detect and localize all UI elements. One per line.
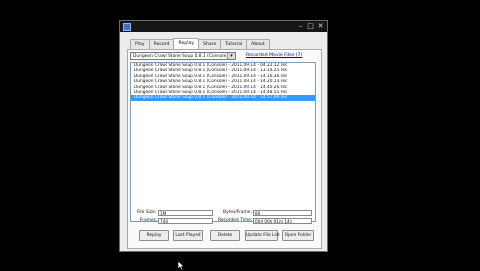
update-file-list-button[interactable]: Update File List [245,230,280,241]
chevron-down-icon[interactable]: ▾ [227,53,235,59]
recorded-movie-files-link[interactable]: Recorded Movie Files (7) [246,52,302,60]
file-size-field: 1M [158,210,213,216]
tab-replay[interactable]: Replay [173,38,200,49]
recorded-time-field: 00d 00h 01m 14s [253,218,312,224]
tab-strip: Play Record Replay Share Tutorial About [130,38,270,49]
maximize-button[interactable]: □ [306,22,315,30]
list-item-selected[interactable]: Dungeon Crawl Stone Soup 0.8.1 (Console)… [131,95,315,101]
frames-field: 740 [158,218,213,224]
open-folder-button[interactable]: Open Folder [282,230,314,241]
tab-record[interactable]: Record [148,39,175,49]
movie-file-list[interactable]: Dungeon Crawl Stone Soup 0.8.1 (Console)… [130,62,316,222]
tab-about[interactable]: About [246,39,270,49]
last-played-button[interactable]: Last Played [173,230,203,241]
minimize-button[interactable]: – [296,22,305,30]
app-icon [123,23,131,31]
frames-label: Frames: [140,218,158,223]
bytes-frame-label: Bytes/Frame: [223,210,252,215]
close-button[interactable]: ✕ [316,22,325,30]
tab-play[interactable]: Play [130,39,150,49]
tab-tutorial[interactable]: Tutorial [220,39,248,49]
app-window: – □ ✕ Play Record Replay Share Tutorial … [119,20,328,252]
game-select-value: Dungeon Crawl Stone Soup 0.8.1 (Console) [133,54,229,59]
replay-button[interactable]: Replay [139,230,169,241]
delete-button[interactable]: Delete [210,230,240,241]
bytes-frame-field: 80 [253,210,312,216]
title-bar[interactable]: – □ ✕ [120,21,327,32]
file-size-label: File Size: [137,210,157,215]
recorded-time-label: Recorded Time: [218,218,253,223]
game-select[interactable]: Dungeon Crawl Stone Soup 0.8.1 (Console)… [130,52,236,60]
tab-share[interactable]: Share [198,39,222,49]
